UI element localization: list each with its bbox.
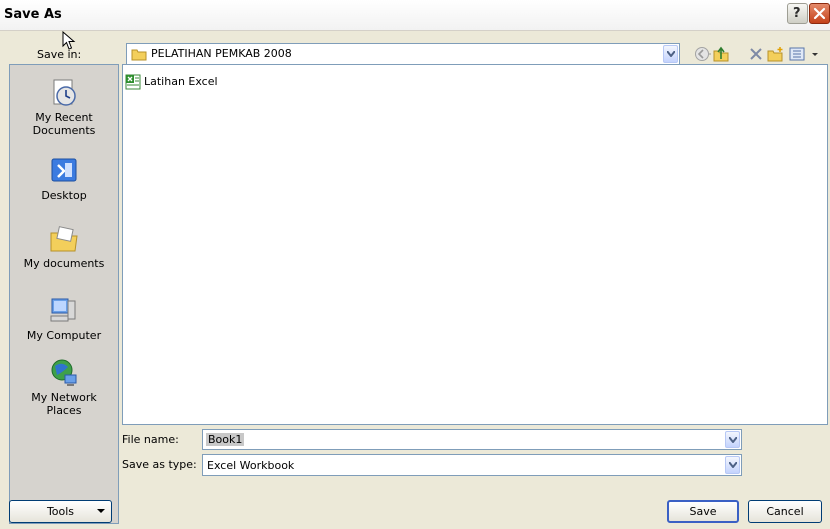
my-documents-icon xyxy=(50,226,78,252)
delete-icon[interactable] xyxy=(747,46,765,62)
place-my-network-places[interactable]: My Network Places xyxy=(10,357,118,421)
chevron-down-icon xyxy=(667,51,675,57)
save-button[interactable]: Save xyxy=(667,500,739,523)
chevron-down-icon xyxy=(729,462,737,468)
up-one-level-icon[interactable] xyxy=(712,46,730,62)
my-computer-icon xyxy=(50,298,76,322)
save-in-dropdown-button[interactable] xyxy=(663,45,678,63)
folder-icon xyxy=(131,49,147,61)
file-name-input[interactable]: Book1 xyxy=(202,429,742,450)
close-button[interactable] xyxy=(809,3,830,24)
save-as-dialog: Save As ? Save in: PELATIHAN PEMKAB 2008 xyxy=(0,0,830,529)
tools-label: Tools xyxy=(46,505,75,518)
new-folder-icon[interactable] xyxy=(767,46,785,62)
place-my-recent-documents[interactable]: My Recent Documents xyxy=(10,77,118,141)
desktop-icon xyxy=(51,158,77,182)
recent-documents-icon xyxy=(53,79,76,106)
back-icon[interactable] xyxy=(694,46,712,62)
mouse-cursor-icon xyxy=(62,31,76,50)
place-desktop[interactable]: Desktop xyxy=(10,155,118,219)
cancel-button[interactable]: Cancel xyxy=(748,500,822,523)
save-label: Save xyxy=(689,505,717,518)
dropdown-arrow-icon xyxy=(97,509,105,513)
place-label: My Computer xyxy=(26,329,102,342)
views-icon[interactable] xyxy=(789,46,807,62)
file-name-label: File name: xyxy=(122,433,179,446)
chevron-down-icon xyxy=(729,437,737,443)
cancel-label: Cancel xyxy=(766,505,804,518)
window-title: Save As xyxy=(4,7,62,22)
save-type-dropdown-button[interactable] xyxy=(725,456,740,474)
excel-workbook-icon xyxy=(125,74,141,90)
file-name: Latihan Excel xyxy=(144,75,218,88)
file-name-value: Book1 xyxy=(206,433,245,446)
file-list[interactable]: Latihan Excel xyxy=(122,64,828,425)
place-my-computer[interactable]: My Computer xyxy=(10,295,118,359)
place-label: My Network Places xyxy=(31,391,97,417)
place-label: My documents xyxy=(23,257,105,270)
save-in-value: PELATIHAN PEMKAB 2008 xyxy=(151,47,292,60)
places-bar: My Recent Documents Desktop My documents xyxy=(9,64,119,524)
help-icon: ? xyxy=(793,6,801,21)
help-button[interactable]: ? xyxy=(787,3,808,24)
save-type-select[interactable]: Excel Workbook xyxy=(202,454,742,476)
network-places-icon xyxy=(51,359,77,386)
place-my-documents[interactable]: My documents xyxy=(10,223,118,287)
save-type-value: Excel Workbook xyxy=(207,459,295,472)
file-name-dropdown-button[interactable] xyxy=(725,431,740,448)
title-bar[interactable]: Save As ? xyxy=(0,0,830,31)
save-in-combo[interactable]: PELATIHAN PEMKAB 2008 xyxy=(126,43,680,65)
save-type-label: Save as type: xyxy=(122,458,197,471)
views-dropdown-icon[interactable] xyxy=(809,46,821,62)
tools-button[interactable]: Tools xyxy=(9,500,112,523)
place-label: My Recent Documents xyxy=(32,111,96,137)
close-icon xyxy=(813,7,826,20)
place-label: Desktop xyxy=(41,189,87,202)
